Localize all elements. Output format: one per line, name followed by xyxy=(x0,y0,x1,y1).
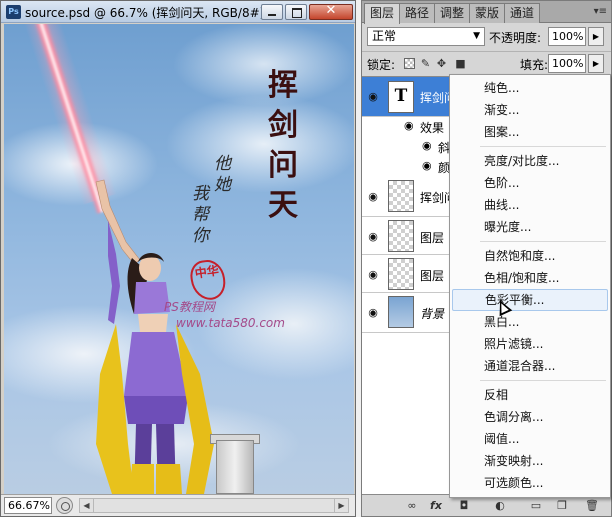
chevron-down-icon: ▼ xyxy=(473,31,480,41)
photoshop-app-icon: Ps xyxy=(6,5,21,19)
tab-layers[interactable]: 图层 xyxy=(364,3,401,24)
blend-mode-value: 正常 xyxy=(372,29,397,43)
image-canvas[interactable]: 挥剑问天 他她 我帮你 中华 PS教程网 www.tata580.com xyxy=(4,24,354,494)
menu-item-gradient[interactable]: 渐变... xyxy=(452,99,608,121)
menu-item-color-balance[interactable]: 色彩平衡... xyxy=(452,289,608,311)
eye-visibility-icon[interactable]: ◉ xyxy=(365,229,381,245)
tab-masks[interactable]: 蒙版 xyxy=(469,3,506,23)
minimize-button[interactable] xyxy=(261,4,283,20)
background-thumbnail xyxy=(388,296,414,328)
panel-menu-icon[interactable]: ▾≡ xyxy=(594,6,607,17)
lock-pixels-brush-icon[interactable]: ✎ xyxy=(420,58,431,69)
document-title-bar[interactable]: Ps source.psd @ 66.7% (挥剑问天, RGB/8#) ✕ xyxy=(1,1,355,23)
effect-eye-icon[interactable]: ◉ xyxy=(422,139,432,152)
maximize-button[interactable] xyxy=(285,4,307,20)
document-window: Ps source.psd @ 66.7% (挥剑问天, RGB/8#) ✕ 挥… xyxy=(0,0,356,517)
menu-separator xyxy=(480,146,606,147)
eye-visibility-icon[interactable]: ◉ xyxy=(365,267,381,283)
new-group-folder-icon[interactable]: ▭ xyxy=(528,498,544,513)
lock-row: 锁定: ✎ ✥ ■ 填充: 100% ▶ xyxy=(362,51,611,75)
calligraphy-title: 挥剑问天 xyxy=(268,68,298,223)
fill-label: 填充: xyxy=(520,58,549,72)
lock-all-padlock-icon[interactable]: ■ xyxy=(455,58,466,69)
layer-name: 背景 xyxy=(420,307,445,321)
menu-item-pattern[interactable]: 图案... xyxy=(452,121,608,143)
menu-item-photo-filter[interactable]: 照片滤镜... xyxy=(452,333,608,355)
layer-name: 图层 xyxy=(420,231,445,245)
watermark-url: www.tata580.com xyxy=(176,316,285,330)
layer-thumbnail xyxy=(388,180,414,212)
effects-label: 效果 xyxy=(420,121,445,135)
poem-column-1: 他她 xyxy=(214,154,231,195)
watermark-site-name: PS教程网 xyxy=(164,300,215,314)
status-bar: 66.67% ◀ ▶ xyxy=(1,494,355,516)
tab-adjustments[interactable]: 调整 xyxy=(434,3,471,23)
menu-item-channel-mixer[interactable]: 通道混合器... xyxy=(452,355,608,377)
document-info-icon[interactable] xyxy=(56,497,73,514)
scroll-left-icon[interactable]: ◀ xyxy=(80,499,94,512)
menu-item-gradient-map[interactable]: 渐变映射... xyxy=(452,450,608,472)
document-title: source.psd @ 66.7% (挥剑问天, RGB/8#) xyxy=(25,6,265,20)
tab-paths[interactable]: 路径 xyxy=(399,3,436,23)
fill-slider-icon[interactable]: ▶ xyxy=(588,54,604,73)
blend-mode-select[interactable]: 正常 ▼ xyxy=(367,27,485,46)
eye-visibility-icon[interactable]: ◉ xyxy=(365,89,381,105)
menu-item-threshold[interactable]: 阈值... xyxy=(452,428,608,450)
eye-visibility-icon[interactable]: ◉ xyxy=(365,305,381,321)
fill-input[interactable]: 100% xyxy=(548,54,586,73)
girl-figure xyxy=(95,179,214,494)
effect-eye-icon[interactable]: ◉ xyxy=(404,119,414,132)
adjustment-layer-icon[interactable]: ◐ xyxy=(492,498,508,513)
opacity-label: 不透明度: xyxy=(489,31,542,45)
menu-item-invert[interactable]: 反相 xyxy=(452,384,608,406)
lock-position-move-icon[interactable]: ✥ xyxy=(436,58,447,69)
blend-row: 正常 ▼ 不透明度: 100% ▶ xyxy=(362,24,611,50)
opacity-slider-icon[interactable]: ▶ xyxy=(588,27,604,46)
menu-item-posterize[interactable]: 色调分离... xyxy=(452,406,608,428)
menu-item-vibrance[interactable]: 自然饱和度... xyxy=(452,245,608,267)
menu-item-levels[interactable]: 色阶... xyxy=(452,172,608,194)
scroll-right-icon[interactable]: ▶ xyxy=(334,499,348,512)
lock-transparency-icon[interactable] xyxy=(404,58,415,69)
fx-icon[interactable]: fx xyxy=(428,498,444,513)
menu-item-brightness-contrast[interactable]: 亮度/对比度... xyxy=(452,150,608,172)
close-button[interactable]: ✕ xyxy=(309,3,353,20)
menu-item-hue-saturation[interactable]: 色相/饱和度... xyxy=(452,267,608,289)
effect-eye-icon[interactable]: ◉ xyxy=(422,159,432,172)
menu-item-solid-color[interactable]: 纯色... xyxy=(452,77,608,99)
panel-tab-bar: 图层 路径 调整 蒙版 通道 ▾≡ xyxy=(362,1,611,24)
menu-item-selective-color[interactable]: 可选颜色... xyxy=(452,472,608,494)
adjustment-layer-menu: 纯色... 渐变... 图案... 亮度/对比度... 色阶... 曲线... … xyxy=(449,74,611,498)
eye-visibility-icon[interactable]: ◉ xyxy=(365,189,381,205)
horizontal-scrollbar[interactable]: ◀ ▶ xyxy=(79,498,349,513)
text-layer-thumbnail: T xyxy=(388,81,414,113)
layer-name: 图层 xyxy=(420,269,445,283)
stone-pillar xyxy=(216,440,254,494)
menu-item-black-white[interactable]: 黑白... xyxy=(452,311,608,333)
menu-separator xyxy=(480,241,606,242)
new-layer-icon[interactable]: ❐ xyxy=(554,498,570,513)
tab-channels[interactable]: 通道 xyxy=(504,3,541,23)
layer-thumbnail xyxy=(388,220,414,252)
add-mask-icon[interactable]: ◘ xyxy=(456,498,472,513)
link-layers-icon[interactable]: ∞ xyxy=(404,498,420,513)
menu-item-curves[interactable]: 曲线... xyxy=(452,194,608,216)
poem-column-2: 我帮你 xyxy=(192,184,209,246)
trash-icon[interactable]: 🗑 xyxy=(584,498,600,513)
layer-thumbnail xyxy=(388,258,414,290)
opacity-input[interactable]: 100% xyxy=(548,27,586,46)
menu-item-exposure[interactable]: 曝光度... xyxy=(452,216,608,238)
zoom-level-field[interactable]: 66.67% xyxy=(4,497,52,514)
lock-label: 锁定: xyxy=(367,58,396,72)
menu-separator xyxy=(480,380,606,381)
close-icon: ✕ xyxy=(325,3,337,18)
